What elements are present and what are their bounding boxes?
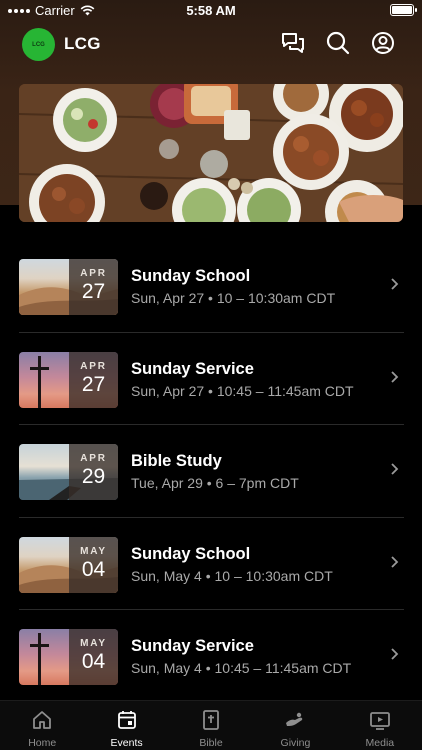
tab-label: Media xyxy=(365,737,395,749)
tab-bible[interactable]: Bible xyxy=(169,701,253,750)
event-thumbnail: MAY 04 xyxy=(19,536,118,593)
profile-icon[interactable] xyxy=(370,30,396,56)
chevron-right-icon xyxy=(391,370,399,383)
event-time: Sun, Apr 27 • 10 – 10:30am CDT xyxy=(131,290,336,306)
tab-giving[interactable]: Giving xyxy=(253,701,337,750)
tab-label: Events xyxy=(110,737,143,749)
event-row[interactable]: APR 29 Bible Study Tue, Apr 29 • 6 – 7pm… xyxy=(19,425,404,518)
tab-bar: Home Events Bible Giving Media xyxy=(0,700,422,750)
tab-label: Giving xyxy=(280,737,311,749)
event-time: Tue, Apr 29 • 6 – 7pm CDT xyxy=(131,475,299,491)
event-thumbnail: APR 27 xyxy=(19,259,118,315)
home-icon xyxy=(33,711,52,729)
event-title: Sunday Service xyxy=(131,637,254,655)
tab-label: Bible xyxy=(199,737,223,749)
table-food-illustration xyxy=(19,84,403,222)
event-row[interactable]: APR 27 Sunday Service Sun, Apr 27 • 10:4… xyxy=(19,333,404,425)
event-row[interactable]: MAY 04 Sunday School Sun, May 4 • 10 – 1… xyxy=(19,518,404,610)
app-title: LCG xyxy=(64,34,101,53)
event-thumbnail: APR 27 xyxy=(19,351,118,408)
battery-icon xyxy=(390,4,417,16)
tab-media[interactable]: Media xyxy=(338,701,422,750)
tab-label: Home xyxy=(28,737,57,749)
church-logo[interactable]: LCG xyxy=(22,28,55,61)
chevron-right-icon xyxy=(391,555,399,568)
chat-bubbles-icon[interactable] xyxy=(280,30,306,56)
hero-banner-image[interactable] xyxy=(19,84,403,222)
search-icon[interactable] xyxy=(325,30,351,56)
app-header: LCG LCG xyxy=(0,26,422,62)
date-badge: APR 27 xyxy=(69,259,118,315)
chevron-right-icon xyxy=(391,463,399,475)
event-title: Sunday Service xyxy=(131,359,254,378)
event-title: Sunday School xyxy=(131,267,251,285)
chevron-right-icon xyxy=(391,278,399,290)
bible-icon xyxy=(203,710,219,730)
date-badge: MAY 04 xyxy=(69,536,118,593)
event-thumbnail: APR 29 xyxy=(19,444,118,500)
date-badge: APR 27 xyxy=(69,351,118,408)
event-thumbnail: MAY 04 xyxy=(19,629,118,685)
date-badge: MAY 04 xyxy=(69,629,118,685)
event-list: APR 27 Sunday School Sun, Apr 27 • 10 – … xyxy=(0,240,422,703)
calendar-icon xyxy=(117,711,136,729)
event-row[interactable]: MAY 04 Sunday Service Sun, May 4 • 10:45… xyxy=(19,610,404,703)
chevron-right-icon xyxy=(391,648,399,660)
date-badge: APR 29 xyxy=(69,444,118,500)
giving-hand-icon xyxy=(286,712,303,726)
event-time: Sun, May 4 • 10:45 – 11:45am CDT xyxy=(131,660,352,676)
event-time: Sun, Apr 27 • 10:45 – 11:45am CDT xyxy=(131,382,354,399)
event-title: Sunday School xyxy=(131,544,251,563)
status-bar: Carrier 5:58 AM xyxy=(0,0,422,22)
event-title: Bible Study xyxy=(131,452,222,470)
status-time: 5:58 AM xyxy=(186,3,236,18)
event-time: Sun, May 4 • 10 – 10:30am CDT xyxy=(131,567,333,584)
event-row[interactable]: APR 27 Sunday School Sun, Apr 27 • 10 – … xyxy=(19,240,404,333)
tab-events[interactable]: Events xyxy=(84,701,168,750)
media-play-icon xyxy=(369,712,390,730)
tab-home[interactable]: Home xyxy=(0,701,84,750)
